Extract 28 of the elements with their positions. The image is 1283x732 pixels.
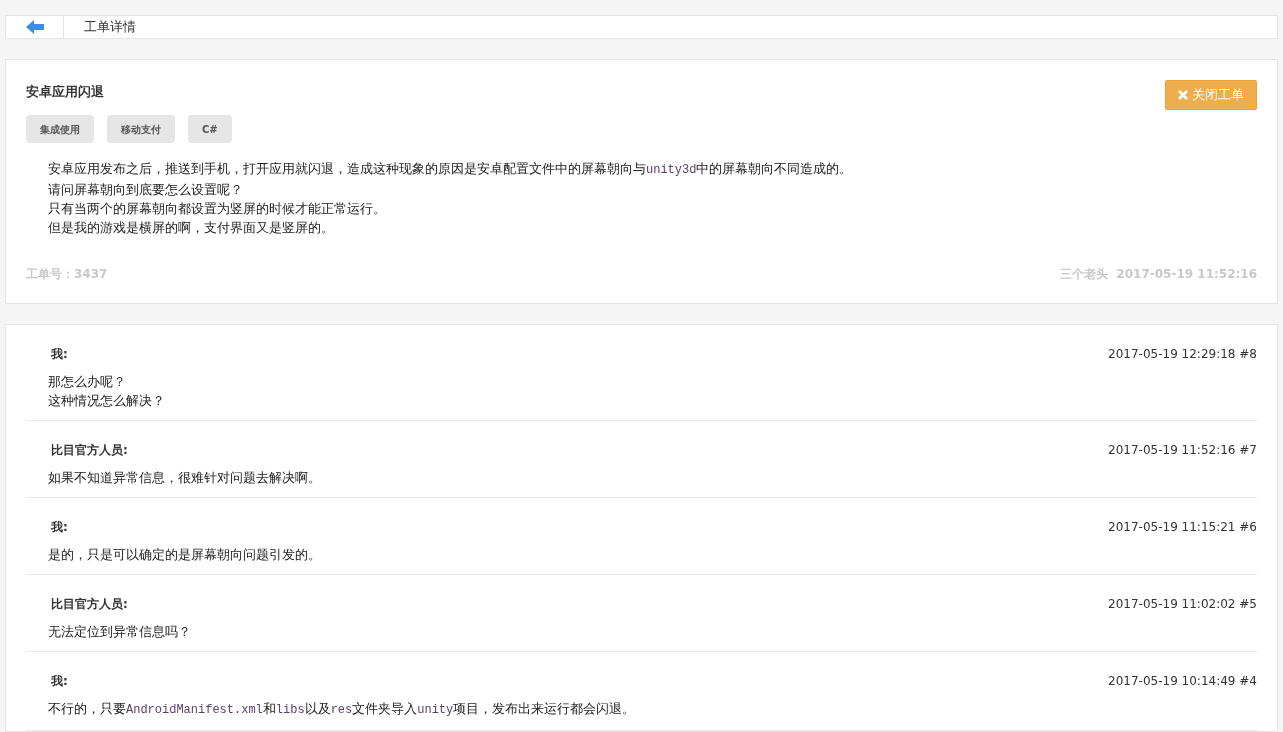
message-line: 只有当两个的屏幕朝向都设置为竖屏的时候才能正常运行。	[48, 200, 387, 218]
tag: 移动支付	[107, 115, 175, 143]
tag: C#	[188, 115, 232, 143]
message-line: 不行的，只要AndroidManifest.xml和libs以及res文件夹导入unity项目，发布出来运行都会闪退。	[48, 700, 637, 719]
reply-author: 我:	[51, 673, 68, 690]
message-line: 是的，只是可以确定的是屏幕朝向问题引发的。	[48, 546, 322, 564]
close-icon	[1178, 89, 1188, 100]
tag: 集成使用	[26, 115, 94, 143]
reply-time: 2017-05-19 11:52:16 #7	[1108, 442, 1257, 459]
message-line: 如果不知道异常信息，很难针对问题去解决啊。	[48, 469, 322, 487]
reply-author: 我:	[51, 519, 68, 536]
message-line: 但是我的游戏是横屏的啊，支付界面又是竖屏的。	[48, 219, 335, 237]
reply-time: 2017-05-19 12:29:18 #8	[1108, 346, 1257, 363]
message-line: 安卓应用发布之后，推送到手机，打开应用就闪退，造成这种现象的原因是安卓配置文件中的屏幕朝向与unity3d中的屏幕朝向不同造成的。	[48, 160, 854, 179]
ticket-title: 安卓应用闪退	[26, 82, 105, 101]
message-line: 这种情况怎么解决？	[48, 392, 166, 410]
reply-time: 2017-05-19 11:15:21 #6	[1108, 519, 1257, 536]
message-line: 那怎么办呢？	[48, 373, 127, 391]
back-arrow-icon	[25, 19, 44, 34]
reply-time: 2017-05-19 11:02:02 #5	[1108, 596, 1257, 613]
message-line: 无法定位到异常信息吗？	[48, 623, 192, 641]
message-line: 请问屏幕朝向到底要怎么设置呢？	[48, 181, 244, 199]
reply-time: 2017-05-19 10:14:49 #4	[1108, 673, 1257, 690]
reply-author: 我:	[51, 346, 68, 363]
page-title: 工单详情	[84, 18, 136, 36]
reply-author: 比目官方人员:	[51, 442, 128, 459]
close-ticket-button[interactable]: 关闭工单	[1165, 79, 1257, 110]
reply-author: 比目官方人员:	[51, 596, 128, 613]
